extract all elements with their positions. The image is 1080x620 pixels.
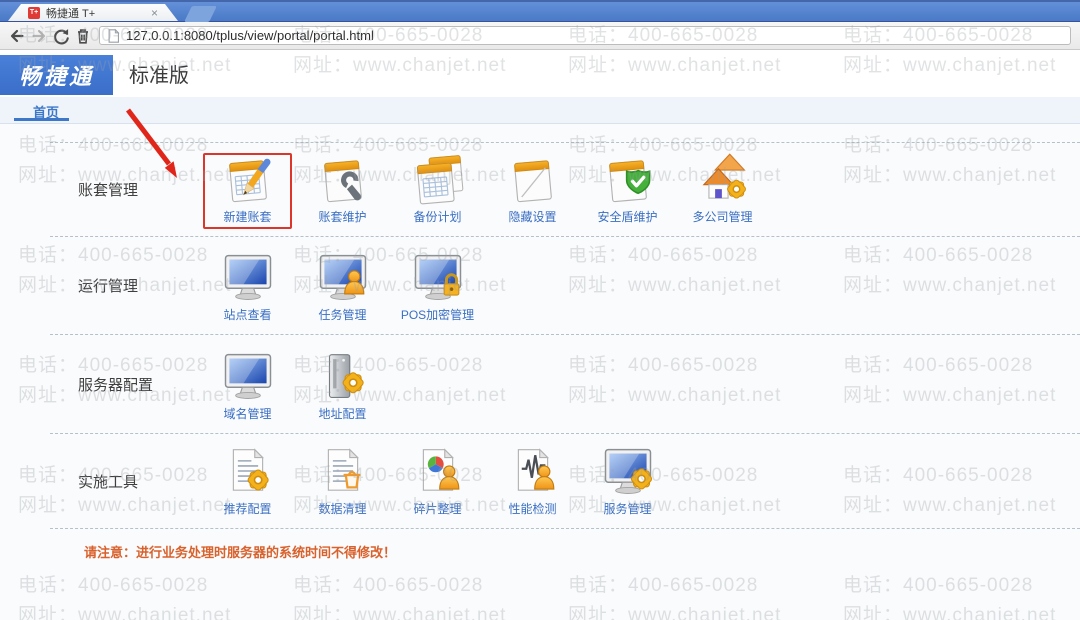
app-item-label: POS加密管理 — [400, 308, 475, 322]
app-item-defragmentation[interactable]: 碎片整理 — [390, 434, 485, 528]
document-pie-person-icon — [422, 449, 459, 491]
tab-favicon-icon: T+ — [28, 7, 40, 19]
browser-toolbar: 127.0.0.1:8080/tplus/view/portal/portal.… — [0, 22, 1080, 50]
server-gear-icon — [328, 354, 365, 398]
address-bar[interactable]: 127.0.0.1:8080/tplus/view/portal/portal.… — [99, 26, 1071, 45]
new-tab-button[interactable] — [184, 6, 217, 22]
forward-button[interactable] — [28, 25, 50, 47]
app-item-data-cleanup[interactable]: 数据清理 — [295, 434, 390, 528]
section-operation: 运行管理 站点查看 任务管理 POS加密管理 — [50, 237, 1080, 335]
app-item-label: 推荐配置 — [223, 502, 272, 516]
portal-tab-bar: 首页 — [0, 97, 1080, 124]
app-item-label: 地址配置 — [318, 407, 367, 421]
edition-label: 标准版 — [129, 65, 189, 87]
screenshot-root: T+ 畅捷通 T+ × 127.0.0.1:8080/tplus/view/po… — [0, 0, 1080, 620]
houses-gear-icon — [696, 153, 747, 200]
portal-content: 账套管理 新建账套 账套维护 备份计划 隐藏设置 安全盾维护 多公司管理 运行管… — [0, 124, 1080, 620]
app-item-label: 服务管理 — [603, 502, 652, 516]
app-item-label: 多公司管理 — [692, 210, 753, 224]
app-item-service-management[interactable]: 服务管理 — [580, 434, 675, 528]
app-item-label: 安全盾维护 — [597, 210, 658, 224]
notepad-stack-icon — [416, 155, 463, 205]
trash-button[interactable] — [72, 25, 94, 47]
section-label: 服务器配置 — [78, 376, 154, 394]
app-item-label: 任务管理 — [318, 308, 367, 322]
document-bin-icon — [327, 449, 362, 491]
app-item-domain-management[interactable]: 域名管理 — [200, 335, 295, 433]
browser-tab[interactable]: T+ 畅捷通 T+ × — [8, 4, 178, 21]
notepad-wrench-icon — [323, 160, 370, 206]
app-item-security-shield-maintenance[interactable]: 安全盾维护 — [580, 143, 675, 236]
document-gear-icon — [232, 449, 270, 493]
app-item-label: 站点查看 — [223, 308, 272, 322]
app-item-address-config[interactable]: 地址配置 — [295, 335, 390, 433]
monitor-lock-icon — [414, 254, 461, 301]
app-item-recommended-config[interactable]: 推荐配置 — [200, 434, 295, 528]
notice-text: 请注意：进行业务处理时服务器的系统时间不得修改！ — [84, 545, 397, 560]
app-item-label: 数据清理 — [318, 502, 367, 516]
monitor-icon — [224, 254, 271, 301]
monitor-gear-icon — [604, 448, 654, 495]
page-icon — [108, 28, 120, 43]
monitor-person-icon — [319, 254, 366, 301]
section-label: 运行管理 — [78, 278, 139, 295]
browser-tab-strip: T+ 畅捷通 T+ × — [0, 0, 1080, 22]
section-account-set: 账套管理 新建账套 账套维护 备份计划 隐藏设置 安全盾维护 多公司管理 — [50, 142, 1080, 237]
document-wave-person-icon — [517, 449, 554, 491]
app-item-new-account-set[interactable]: 新建账套 — [200, 143, 295, 236]
app-header: 畅捷通 标准版 — [0, 50, 1080, 97]
app-item-performance-check[interactable]: 性能检测 — [485, 434, 580, 528]
app-item-label: 备份计划 — [413, 210, 462, 224]
annotation-highlight-box — [203, 153, 292, 229]
app-item-label: 隐藏设置 — [508, 210, 557, 224]
section-label: 账套管理 — [78, 182, 139, 199]
app-item-label: 碎片整理 — [413, 502, 462, 516]
app-item-backup-plan[interactable]: 备份计划 — [390, 143, 485, 236]
app-item-multi-company-management[interactable]: 多公司管理 — [675, 143, 770, 236]
chanjet-logo: 畅捷通 — [0, 54, 113, 95]
app-item-hide-settings[interactable]: 隐藏设置 — [485, 143, 580, 236]
app-item-label: 账套维护 — [318, 210, 367, 224]
url-text: 127.0.0.1:8080/tplus/view/portal/portal.… — [126, 28, 374, 43]
notepad-blank-icon — [513, 160, 552, 203]
app-item-site-view[interactable]: 站点查看 — [200, 237, 295, 334]
section-implementation-tools: 实施工具 推荐配置 数据清理 碎片整理 性能检测 服务管理 — [50, 434, 1080, 529]
notepad-shield-icon — [608, 160, 651, 203]
app-item-account-set-maintenance[interactable]: 账套维护 — [295, 143, 390, 236]
section-server-config: 服务器配置 域名管理 地址配置 — [50, 335, 1080, 434]
app-item-task-management[interactable]: 任务管理 — [295, 237, 390, 334]
back-button[interactable] — [6, 25, 28, 47]
monitor-icon — [224, 353, 271, 400]
app-item-pos-encryption-management[interactable]: POS加密管理 — [390, 237, 485, 334]
refresh-button[interactable] — [50, 25, 72, 47]
tab-close-icon[interactable]: × — [151, 7, 158, 19]
app-item-label: 性能检测 — [508, 502, 557, 516]
tab-title: 畅捷通 T+ — [46, 7, 96, 20]
app-item-label: 域名管理 — [223, 407, 272, 421]
tab-home-underline — [14, 118, 69, 121]
section-label: 实施工具 — [78, 473, 139, 491]
